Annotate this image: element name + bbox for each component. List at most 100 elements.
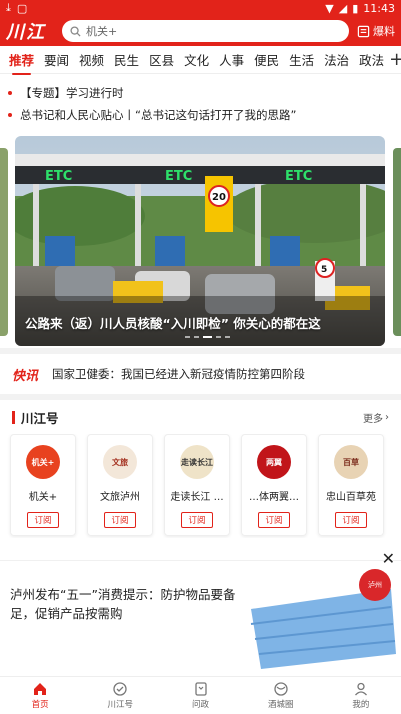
search-bar[interactable]: 机关+ — [62, 20, 349, 42]
subscribe-button[interactable]: 订阅 — [104, 512, 136, 528]
nav-label: 酒城圈 — [267, 700, 294, 710]
tab-livelihood[interactable]: 民生 — [109, 50, 144, 69]
etc-sign: ETC — [165, 169, 192, 184]
subscribe-button[interactable]: 订阅 — [258, 512, 290, 528]
notification-icon: ▢ — [16, 1, 28, 15]
account-name: …体两翼… — [249, 492, 299, 503]
tab-law[interactable]: 法治 — [319, 50, 354, 69]
nav-label: 我的 — [352, 700, 370, 710]
tab-services[interactable]: 便民 — [249, 50, 284, 69]
bottom-nav: 首页 川江号 问政 酒城圈 我的 — [0, 676, 401, 714]
tab-recommend[interactable]: 推荐 — [4, 50, 39, 75]
bullet-dot — [8, 91, 12, 95]
speed-limit-sign: 20 — [212, 192, 226, 203]
speed-limit-sign: 5 — [321, 265, 327, 275]
tab-personnel[interactable]: 人事 — [214, 50, 249, 69]
account-name: 走读长江 … — [170, 492, 224, 503]
tab-news[interactable]: 要闻 — [39, 50, 74, 69]
flash-news[interactable]: 快讯 国家卫健委：我国已经进入新冠疫情防控第四阶段 — [0, 354, 401, 400]
carousel-next-slide[interactable] — [393, 148, 401, 336]
nav-label: 川江号 — [107, 700, 134, 710]
user-icon — [354, 682, 367, 696]
account-card[interactable]: 两翼 …体两翼… 订阅 — [241, 434, 307, 536]
subscribe-button[interactable]: 订阅 — [27, 512, 59, 528]
ad-title: 泸州发布“五一”消费提示：防护物品要备足，促销产品按需购 — [10, 587, 236, 621]
check-circle-icon — [113, 682, 127, 696]
app-logo[interactable]: 川江 — [6, 18, 62, 44]
headline-text: 【专题】学习进行时 — [20, 86, 124, 100]
nav-profile[interactable]: 我的 — [321, 677, 401, 714]
account-avatar: 走读长江 — [180, 445, 214, 479]
carousel-prev-slide[interactable] — [0, 148, 8, 336]
nav-label: 首页 — [31, 700, 49, 710]
indicator-dot — [216, 336, 221, 338]
more-link[interactable]: 更多 › — [363, 410, 389, 425]
section-accent-bar — [12, 410, 15, 424]
account-card[interactable]: 文旅 文旅泸州 订阅 — [87, 434, 153, 536]
etc-sign: ETC — [285, 169, 312, 184]
bullet-dot — [8, 113, 12, 117]
carousel-slide[interactable]: ETC ETC ETC 20 5 公路来（返）川人员核酸“入川即检” 你关心的都… — [15, 136, 385, 346]
flash-text: 国家卫健委：我国已经进入新冠疫情防控第四阶段 — [52, 367, 306, 381]
account-card[interactable]: 机关+ 机关+ 订阅 — [10, 434, 76, 536]
tab-video[interactable]: 视频 — [74, 50, 109, 69]
subscribe-button[interactable]: 订阅 — [335, 512, 367, 528]
avatar-text: 百草 — [343, 457, 359, 467]
nav-jiuchengquan[interactable]: 酒城圈 — [241, 677, 321, 714]
home-icon — [34, 683, 47, 695]
indicator-dot-active — [203, 336, 212, 338]
indicator-dot — [225, 336, 230, 338]
tab-politics-law[interactable]: 政法 — [354, 50, 389, 69]
headline-list: 【专题】学习进行时 总书记和人民心贴心丨“总书记这句话打开了我的思路” — [0, 74, 401, 126]
carousel-indicator — [185, 336, 230, 338]
tab-life[interactable]: 生活 — [284, 50, 319, 69]
account-name: 忠山百草苑 — [326, 492, 376, 503]
account-name: 机关+ — [28, 492, 58, 503]
indicator-dot — [185, 336, 190, 338]
community-icon — [274, 682, 288, 696]
nav-wenzheng[interactable]: 问政 — [160, 677, 240, 714]
chuanjianghao-header: 川江号 更多 › — [0, 400, 401, 434]
search-icon — [70, 25, 81, 37]
ad-card[interactable]: ✕ 泸州发布“五一”消费提示：防护物品要备足，促销产品按需购 泸州 — [0, 549, 401, 680]
report-label: 爆料 — [373, 25, 395, 38]
status-time: 11:43 — [363, 1, 395, 15]
account-avatar: 百草 — [334, 445, 368, 479]
search-placeholder: 机关+ — [86, 25, 118, 38]
account-avatar: 机关+ — [26, 445, 60, 479]
account-card[interactable]: 百草 忠山百草苑 订阅 — [318, 434, 384, 536]
banner-carousel[interactable]: ETC ETC ETC 20 5 公路来（返）川人员核酸“入川即检” 你关心的都… — [0, 136, 401, 348]
account-avatar: 文旅 — [103, 445, 137, 479]
etc-sign: ETC — [45, 169, 72, 184]
account-card[interactable]: 走读长江 走读长江 … 订阅 — [164, 434, 230, 536]
tab-culture[interactable]: 文化 — [179, 50, 214, 69]
avatar-text: 机关+ — [31, 457, 55, 467]
section-title: 川江号 — [21, 410, 59, 426]
status-bar: ⤓ ▢ ▼ ◢ ▮ 11:43 — [0, 0, 401, 16]
inquiry-icon — [194, 682, 207, 696]
signal-icon: ◢ — [338, 1, 348, 15]
channel-tabs: 推荐 要闻 视频 民生 区县 文化 人事 便民 生活 法治 政法 + — [0, 46, 401, 75]
app-root: ⤓ ▢ ▼ ◢ ▮ 11:43 川江 机关+ 爆料 推荐 要闻 视频 民生 区县… — [0, 0, 401, 714]
headline-item[interactable]: 【专题】学习进行时 — [8, 82, 393, 104]
carousel-caption: 公路来（返）川人员核酸“入川即检” 你关心的都在这 — [25, 316, 321, 331]
account-list: 机关+ 机关+ 订阅 文旅 文旅泸州 订阅 走读长江 走读长江 … 订阅 两翼 … — [0, 434, 401, 538]
avatar-text: 走读长江 — [181, 457, 213, 467]
close-icon[interactable]: ✕ — [382, 549, 395, 568]
report-icon — [357, 25, 370, 37]
nav-chuanjianghao[interactable]: 川江号 — [80, 677, 160, 714]
account-avatar: 两翼 — [257, 445, 291, 479]
add-channel-icon[interactable]: + — [389, 49, 401, 70]
subscribe-button[interactable]: 订阅 — [181, 512, 213, 528]
wifi-icon: ▼ — [325, 1, 334, 15]
nav-home[interactable]: 首页 — [0, 677, 80, 714]
top-header: 川江 机关+ 爆料 — [0, 16, 401, 46]
flash-label: 快讯 — [12, 368, 39, 384]
headline-item[interactable]: 总书记和人民心贴心丨“总书记这句话打开了我的思路” — [8, 104, 393, 126]
account-name: 文旅泸州 — [100, 492, 140, 503]
download-icon: ⤓ — [6, 1, 11, 14]
tab-districts[interactable]: 区县 — [144, 50, 179, 69]
report-button[interactable]: 爆料 — [357, 23, 395, 39]
chevron-right-icon: › — [385, 411, 389, 423]
more-label: 更多 — [363, 413, 383, 425]
